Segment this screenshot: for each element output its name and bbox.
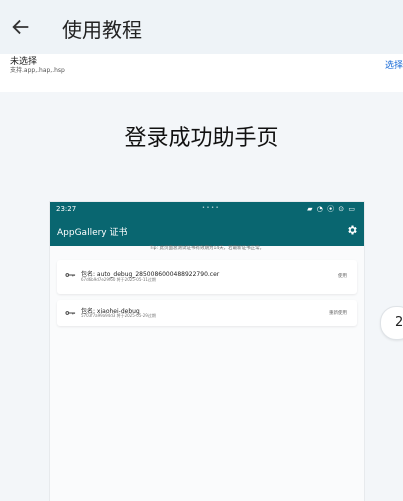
status-time: 23:27: [56, 205, 77, 213]
certificate-card[interactable]: 包名: xiaohei-debug 5703f7a99a94d3 将于2025-…: [57, 300, 357, 326]
back-arrow-icon[interactable]: [10, 16, 32, 38]
gear-icon[interactable]: [346, 224, 358, 236]
page-title: 使用教程: [62, 18, 142, 42]
top-app-bar: 使用教程: [0, 0, 403, 54]
key-icon: [65, 273, 76, 277]
app-header: AppGallery 证书: [50, 216, 364, 246]
page-number-button[interactable]: 2: [380, 306, 403, 340]
reuse-certificate-button[interactable]: 重新使用: [329, 310, 347, 316]
info-tip-text: Tip: 此页面总测试证书有效期为14天，若最新证书正常。: [149, 246, 265, 251]
certificate-expiry: 5703f7a99a94d3 将于2025-05-29过期: [81, 313, 156, 318]
page-number: 2: [395, 315, 403, 330]
status-notch-indicator: • • • •: [202, 205, 219, 211]
tutorial-page-heading: 登录成功助手页: [124, 126, 279, 151]
phone-screenshot: 23:27 • • • • ▰ ◔ ⦿ ⊙ ▭ AppGallery 证书 Ti…: [50, 202, 364, 501]
certificate-expiry: 67d6b9d7e29f60 将于2025-05-11过期: [81, 277, 156, 282]
status-bar: 23:27 • • • • ▰ ◔ ⦿ ⊙ ▭: [50, 202, 364, 216]
status-icons: ▰ ◔ ⦿ ⊙ ▭: [307, 205, 356, 213]
certificate-card[interactable]: 包名: auto_debug_2850086000488922790.cer 6…: [57, 260, 357, 294]
key-icon: [65, 311, 76, 315]
app-title: AppGallery 证书: [57, 228, 128, 238]
choose-file-link[interactable]: 选择: [385, 58, 403, 71]
file-picker[interactable]: 未选择 支持.app,.hap,.hsp 选择: [0, 54, 403, 92]
supported-formats-text: 支持.app,.hap,.hsp: [10, 67, 65, 74]
use-certificate-button[interactable]: 使用: [338, 273, 347, 279]
